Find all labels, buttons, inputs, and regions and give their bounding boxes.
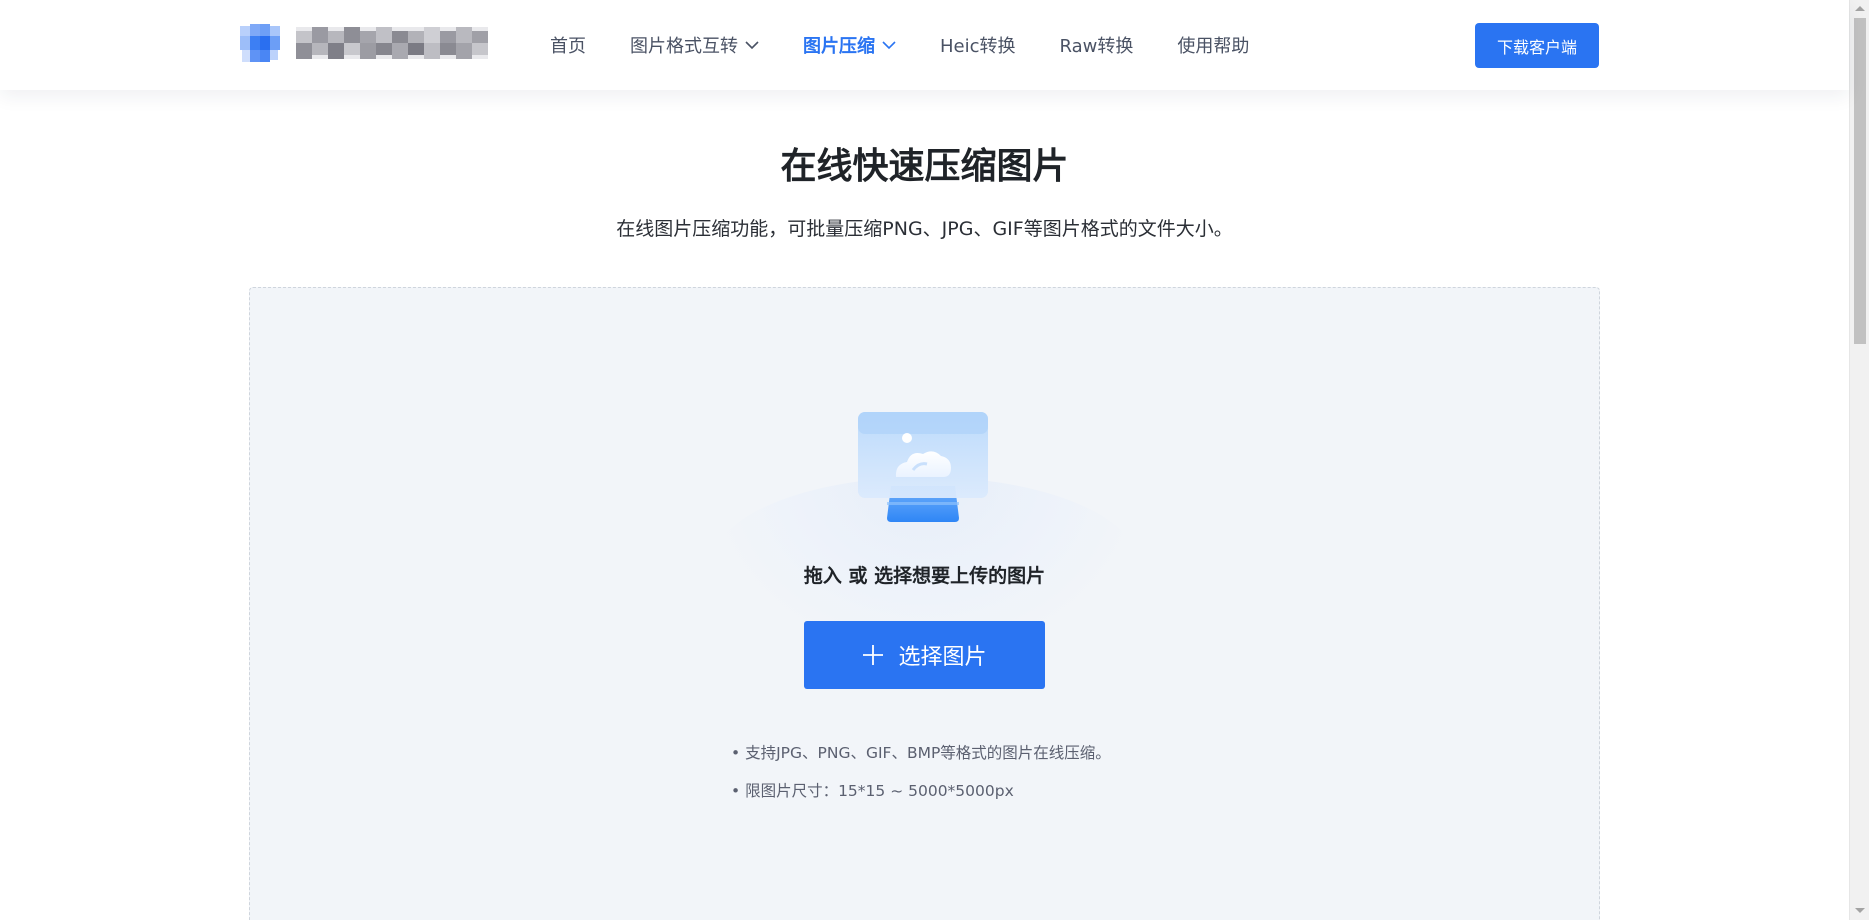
note-supported-formats: • 支持JPG、PNG、GIF、BMP等格式的图片在线压缩。 xyxy=(731,744,1111,762)
scrollbar-thumb[interactable] xyxy=(1854,18,1866,344)
scroll-up-icon[interactable] xyxy=(1855,6,1865,11)
download-client-label: 下载客户端 xyxy=(1496,37,1577,57)
select-image-button[interactable]: 选择图片 xyxy=(804,621,1045,689)
plus-icon xyxy=(863,645,884,665)
page-scrollbar[interactable] xyxy=(1849,0,1869,920)
nav-item-format-convert[interactable]: 图片格式互转 xyxy=(630,32,759,58)
nav-item-label: 首页 xyxy=(550,36,586,57)
nav-item-label: 图片格式互转 xyxy=(630,36,738,57)
scroll-down-icon[interactable] xyxy=(1855,908,1865,913)
download-client-button[interactable]: 下载客户端 xyxy=(1475,23,1599,68)
nav-item-help[interactable]: 使用帮助 xyxy=(1177,32,1249,58)
page-title: 在线快速压缩图片 xyxy=(780,146,1069,187)
nav-item-label: Raw转换 xyxy=(1059,36,1134,57)
note-size-limit: • 限图片尺寸：15*15 ~ 5000*5000px xyxy=(731,782,1014,800)
image-upload-icon xyxy=(858,412,988,522)
nav-item-label: Heic转换 xyxy=(940,36,1016,57)
nav-item-label: 使用帮助 xyxy=(1177,36,1250,57)
chevron-down-icon xyxy=(882,40,896,49)
upload-prompt: 拖入 或 选择想要上传的图片 xyxy=(803,565,1046,587)
site-header: 首页 图片格式互转 图片压缩 Heic转换 Raw转换 使用帮助 下载客户端 xyxy=(0,0,1849,90)
app-logo-icon[interactable] xyxy=(240,24,286,64)
nav-item-home[interactable]: 首页 xyxy=(550,32,586,58)
nav-item-raw-convert[interactable]: Raw转换 xyxy=(1060,32,1134,58)
nav-item-label: 图片压缩 xyxy=(803,36,875,57)
select-image-label: 选择图片 xyxy=(898,645,987,670)
upload-notes: • 支持JPG、PNG、GIF、BMP等格式的图片在线压缩。 • 限图片尺寸：1… xyxy=(731,741,1111,817)
page-subtitle: 在线图片压缩功能，可批量压缩PNG、JPG、GIF等图片格式的文件大小。 xyxy=(616,218,1233,240)
main-nav: 首页 图片格式互转 图片压缩 Heic转换 Raw转换 使用帮助 xyxy=(550,0,1249,90)
chevron-down-icon xyxy=(745,40,759,49)
nav-item-heic-convert[interactable]: Heic转换 xyxy=(940,32,1016,58)
nav-item-image-compress[interactable]: 图片压缩 xyxy=(803,32,896,58)
brand-wordmark[interactable] xyxy=(296,27,488,59)
